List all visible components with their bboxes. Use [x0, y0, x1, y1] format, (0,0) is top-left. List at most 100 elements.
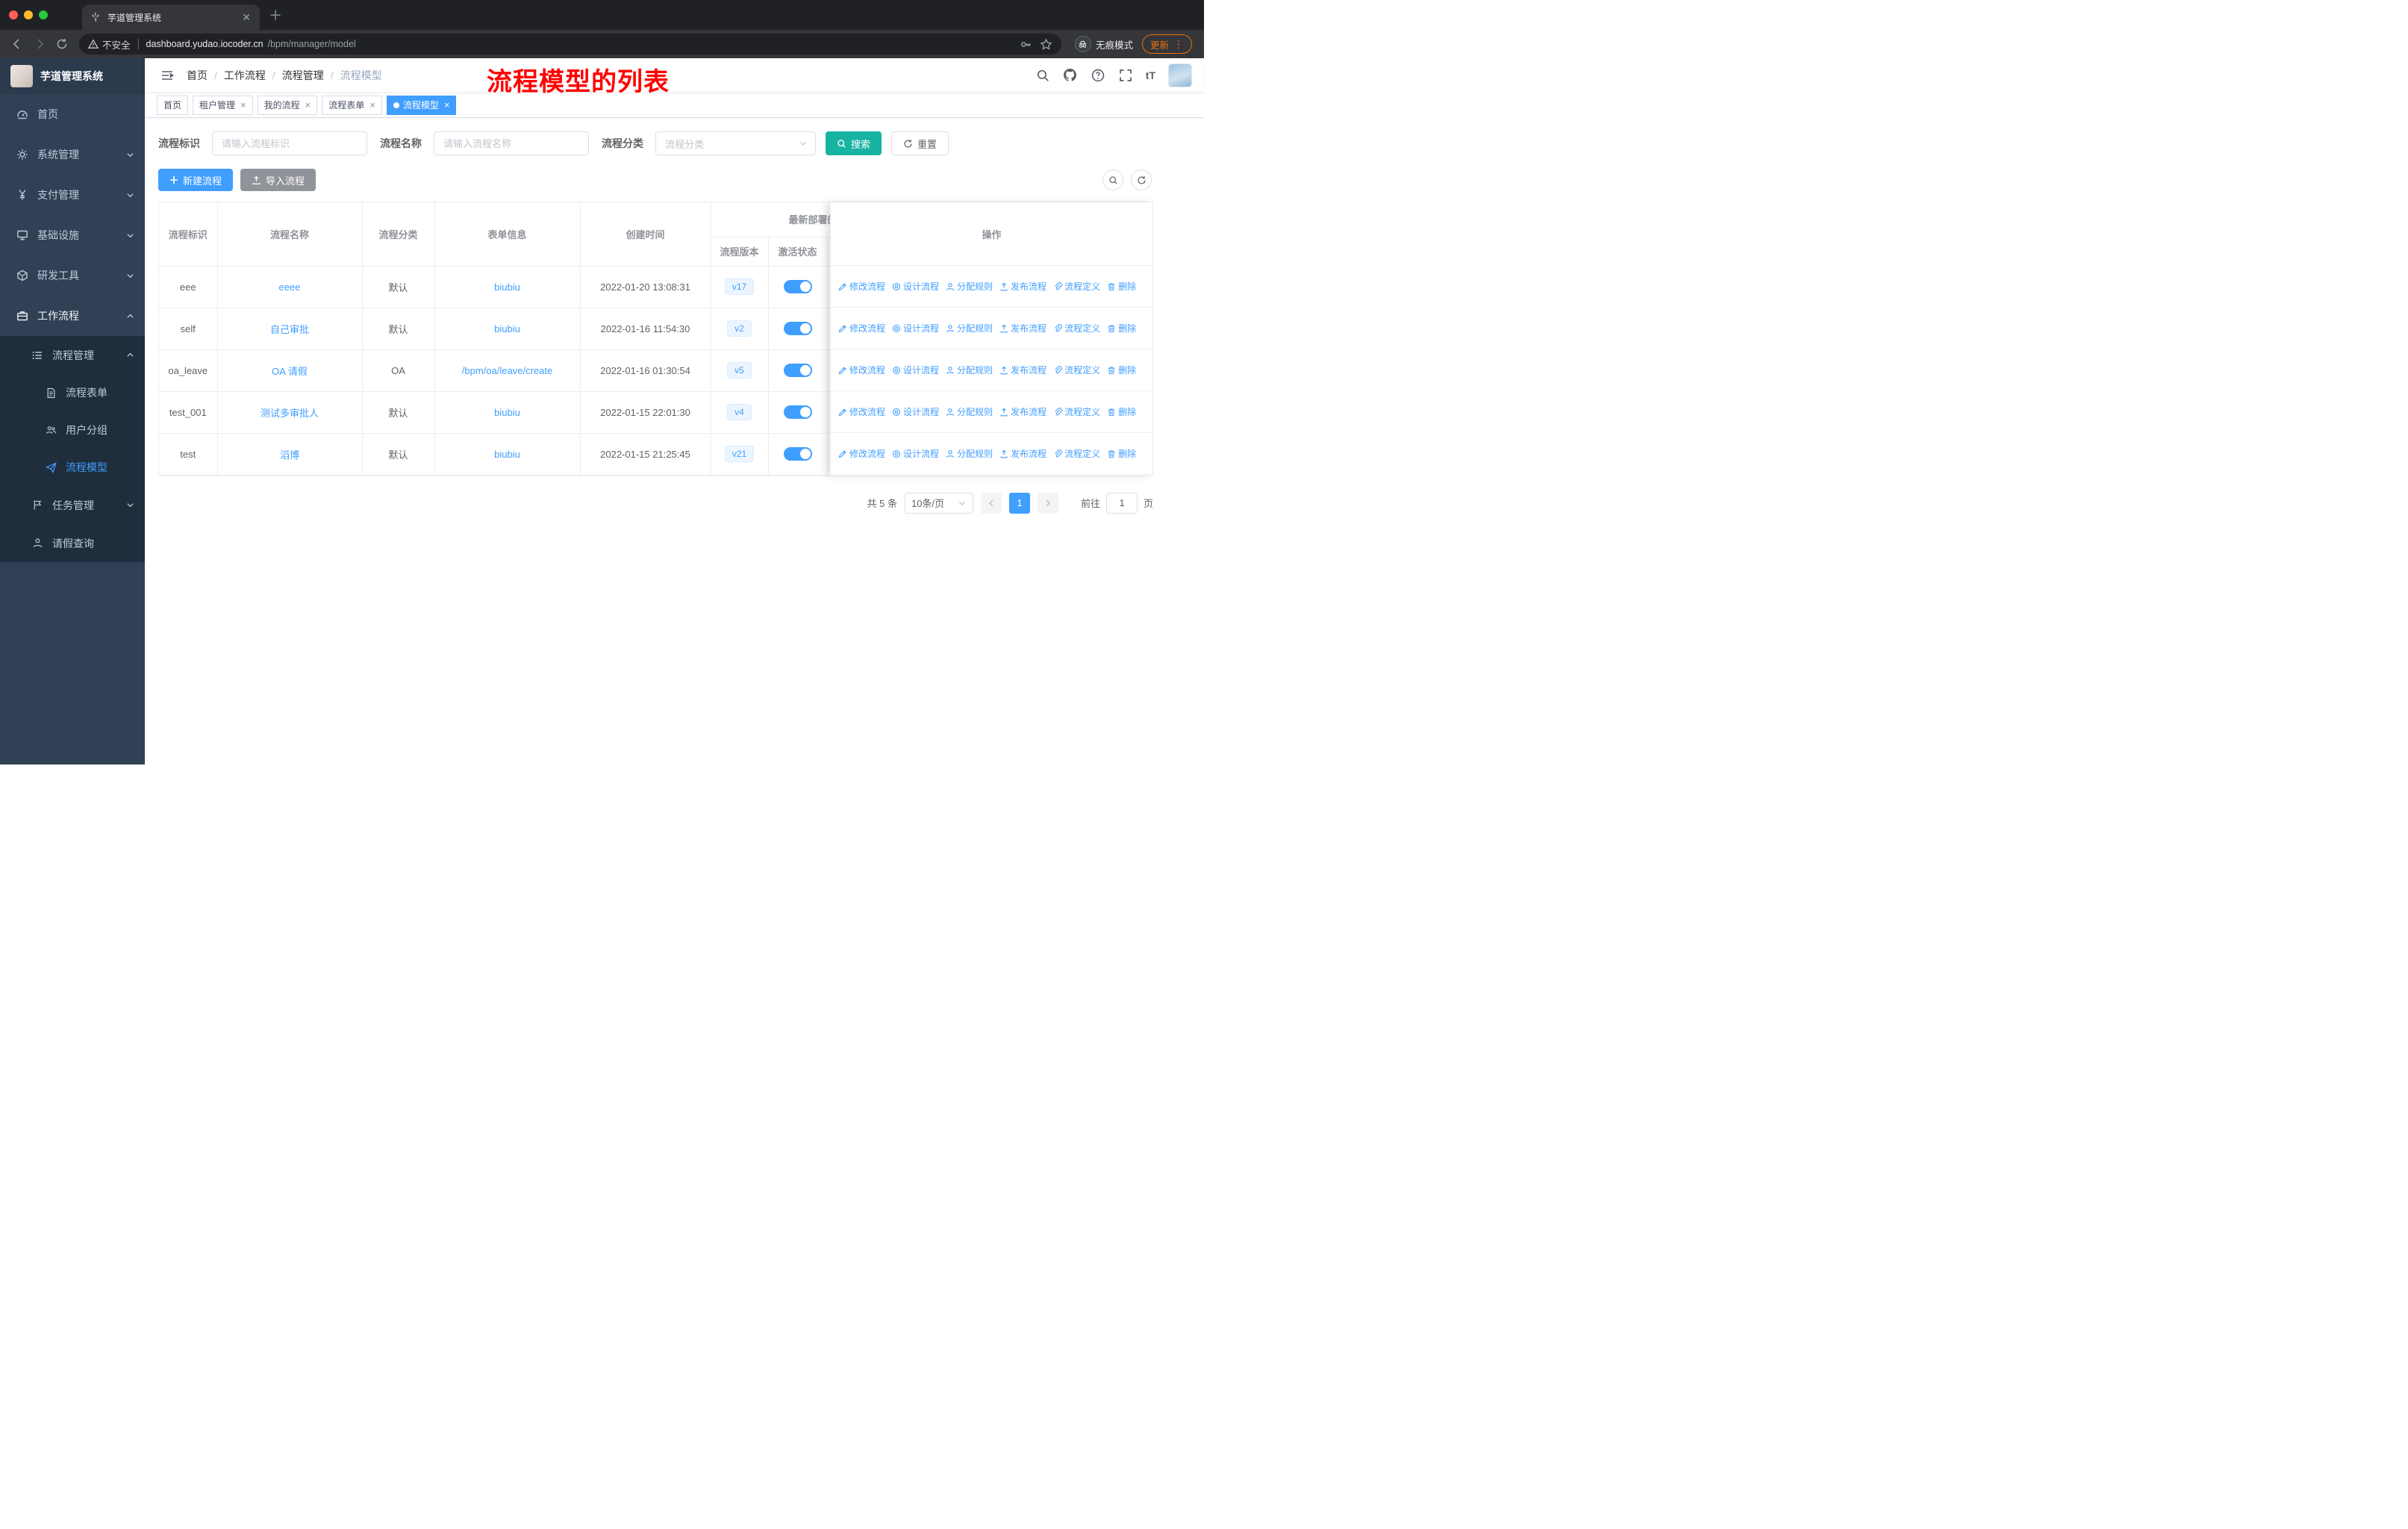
new-tab-button[interactable]: ＋ — [269, 5, 282, 25]
form-info-link[interactable]: /bpm/oa/leave/create — [462, 365, 552, 376]
breadcrumb-process-management[interactable]: 流程管理 — [282, 68, 324, 83]
header-search-icon[interactable] — [1035, 68, 1050, 83]
window-controls[interactable] — [9, 10, 48, 19]
tag-process-model[interactable]: 流程模型 × — [386, 95, 457, 115]
action-define-link[interactable]: 流程定义 — [1053, 364, 1100, 376]
action-publish-link[interactable]: 发布流程 — [999, 322, 1047, 334]
url-bar[interactable]: 不安全 dashboard.yudao.iocoder.cn/bpm/manag… — [79, 34, 1061, 55]
password-key-icon[interactable] — [1020, 38, 1032, 51]
security-warning[interactable]: 不安全 — [88, 37, 131, 52]
prev-page-button[interactable] — [980, 492, 1002, 514]
refresh-table-button[interactable] — [1131, 169, 1152, 190]
github-icon[interactable] — [1063, 68, 1078, 83]
process-name-input[interactable] — [434, 131, 589, 155]
action-publish-link[interactable]: 发布流程 — [999, 364, 1047, 376]
search-button[interactable]: 搜索 — [826, 131, 882, 155]
bookmark-star-icon[interactable] — [1040, 37, 1052, 51]
form-info-link[interactable]: biubiu — [494, 449, 520, 460]
active-toggle[interactable] — [783, 405, 812, 419]
action-publish-link[interactable]: 发布流程 — [999, 280, 1047, 293]
active-toggle[interactable] — [783, 280, 812, 293]
action-edit-link[interactable]: 修改流程 — [838, 405, 885, 418]
active-toggle[interactable] — [783, 322, 812, 335]
action-edit-link[interactable]: 修改流程 — [838, 447, 885, 460]
active-toggle[interactable] — [783, 447, 812, 461]
create-process-button[interactable]: 新建流程 — [158, 169, 234, 191]
action-design-link[interactable]: 设计流程 — [892, 364, 939, 376]
sidebar-logo[interactable]: 芋道管理系统 — [0, 58, 145, 94]
sidebar-item-infrastructure[interactable]: 基础设施 — [0, 215, 145, 255]
breadcrumb-home[interactable]: 首页 — [187, 68, 208, 83]
action-edit-link[interactable]: 修改流程 — [838, 322, 885, 334]
action-design-link[interactable]: 设计流程 — [892, 447, 939, 460]
action-design-link[interactable]: 设计流程 — [892, 280, 939, 293]
sidebar-item-process-form[interactable]: 流程表单 — [0, 374, 145, 411]
font-size-icon[interactable]: tT — [1146, 69, 1155, 81]
fullscreen-icon[interactable] — [1118, 68, 1133, 83]
process-key-input[interactable] — [212, 131, 367, 155]
action-publish-link[interactable]: 发布流程 — [999, 405, 1047, 418]
browser-menu-icon[interactable]: ⋮ — [1173, 38, 1184, 51]
action-delete-link[interactable]: 删除 — [1107, 322, 1136, 334]
category-select[interactable]: 流程分类 — [655, 131, 816, 155]
action-define-link[interactable]: 流程定义 — [1053, 280, 1100, 293]
action-design-link[interactable]: 设计流程 — [892, 322, 939, 334]
close-window-button[interactable] — [9, 10, 18, 19]
action-delete-link[interactable]: 删除 — [1107, 364, 1136, 376]
action-define-link[interactable]: 流程定义 — [1053, 322, 1100, 334]
user-avatar[interactable] — [1168, 63, 1192, 87]
sidebar-item-leave-query[interactable]: 请假查询 — [0, 524, 145, 562]
reset-button[interactable]: 重置 — [891, 131, 949, 155]
process-name-link[interactable]: OA 请假 — [272, 366, 308, 377]
next-page-button[interactable] — [1037, 492, 1058, 514]
page-number-button[interactable]: 1 — [1008, 492, 1030, 514]
process-name-link[interactable]: 滔博 — [280, 449, 299, 461]
help-icon[interactable] — [1091, 68, 1105, 83]
hamburger-icon[interactable] — [157, 65, 178, 86]
page-size-select[interactable]: 10条/页 — [904, 492, 973, 514]
tag-home[interactable]: 首页 — [157, 95, 189, 115]
minimize-window-button[interactable] — [24, 10, 33, 19]
action-assign-link[interactable]: 分配规则 — [946, 447, 993, 460]
close-icon[interactable]: × — [369, 99, 375, 110]
back-icon[interactable] — [7, 34, 27, 54]
sidebar-item-user-group[interactable]: 用户分组 — [0, 411, 145, 449]
action-assign-link[interactable]: 分配规则 — [946, 322, 993, 334]
form-info-link[interactable]: biubiu — [494, 281, 520, 293]
sidebar-item-devtools[interactable]: 研发工具 — [0, 255, 145, 296]
browser-update-button[interactable]: 更新 ⋮ — [1141, 34, 1192, 54]
close-icon[interactable]: × — [305, 99, 311, 110]
close-icon[interactable]: × — [240, 99, 246, 110]
active-toggle[interactable] — [783, 364, 812, 377]
process-name-link[interactable]: eeee — [279, 281, 301, 293]
tag-my-process[interactable]: 我的流程 × — [257, 95, 318, 115]
action-delete-link[interactable]: 删除 — [1107, 280, 1136, 293]
action-edit-link[interactable]: 修改流程 — [838, 364, 885, 376]
maximize-window-button[interactable] — [39, 10, 48, 19]
breadcrumb-workflow[interactable]: 工作流程 — [224, 68, 266, 83]
form-info-link[interactable]: biubiu — [494, 407, 520, 418]
tag-tenant[interactable]: 租户管理 × — [193, 95, 253, 115]
process-name-link[interactable]: 测试多审批人 — [261, 408, 319, 419]
action-design-link[interactable]: 设计流程 — [892, 405, 939, 418]
action-delete-link[interactable]: 删除 — [1107, 447, 1136, 460]
sidebar-item-process-management[interactable]: 流程管理 — [0, 336, 145, 374]
sidebar-item-workflow[interactable]: 工作流程 — [0, 296, 145, 336]
action-assign-link[interactable]: 分配规则 — [946, 364, 993, 376]
forward-icon[interactable] — [30, 34, 49, 54]
process-name-link[interactable]: 自己审批 — [270, 324, 309, 335]
sidebar-item-home[interactable]: 首页 — [0, 94, 145, 134]
form-info-link[interactable]: biubiu — [494, 323, 520, 334]
sidebar-item-payment[interactable]: 支付管理 — [0, 175, 145, 215]
tag-process-form[interactable]: 流程表单 × — [322, 95, 382, 115]
browser-tab[interactable]: 芋道管理系统 ✕ — [82, 4, 260, 30]
close-icon[interactable]: × — [444, 99, 450, 110]
import-process-button[interactable]: 导入流程 — [240, 169, 316, 191]
action-publish-link[interactable]: 发布流程 — [999, 447, 1047, 460]
action-define-link[interactable]: 流程定义 — [1053, 405, 1100, 418]
action-edit-link[interactable]: 修改流程 — [838, 280, 885, 293]
action-define-link[interactable]: 流程定义 — [1053, 447, 1100, 460]
action-assign-link[interactable]: 分配规则 — [946, 280, 993, 293]
action-assign-link[interactable]: 分配规则 — [946, 405, 993, 418]
goto-page-input[interactable] — [1105, 492, 1138, 514]
